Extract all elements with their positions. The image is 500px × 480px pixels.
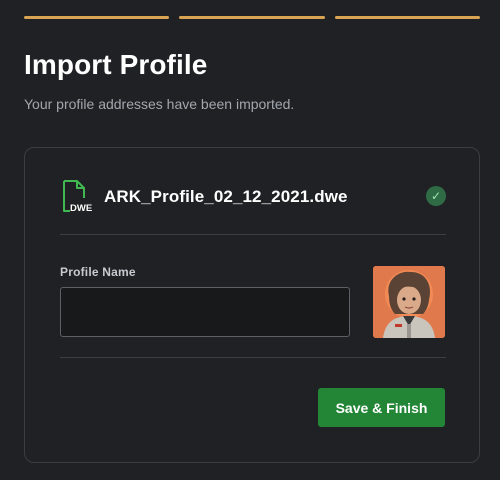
step-3-indicator: [334, 16, 480, 19]
page-subtitle: Your profile addresses have been importe…: [24, 96, 295, 112]
save-finish-button[interactable]: Save & Finish: [318, 388, 445, 427]
page-title: Import Profile: [24, 49, 208, 80]
step-2-indicator: [179, 16, 325, 19]
file-icon-text: DWE: [70, 203, 92, 214]
file-dwe-icon: DWE: [60, 180, 94, 214]
imported-file-row: DWE ARK_Profile_02_12_2021.dwe ✓: [60, 177, 446, 217]
profile-avatar[interactable]: [373, 266, 445, 338]
progress-stepper: [24, 16, 480, 20]
profile-name-label: Profile Name: [60, 265, 136, 279]
import-card: DWE ARK_Profile_02_12_2021.dwe ✓ Profile…: [24, 147, 480, 463]
profile-name-input[interactable]: [60, 287, 350, 337]
step-1-indicator: [24, 16, 170, 19]
file-name: ARK_Profile_02_12_2021.dwe: [104, 187, 348, 206]
divider: [60, 357, 446, 358]
divider: [60, 234, 446, 235]
check-circle-icon: ✓: [426, 186, 446, 206]
